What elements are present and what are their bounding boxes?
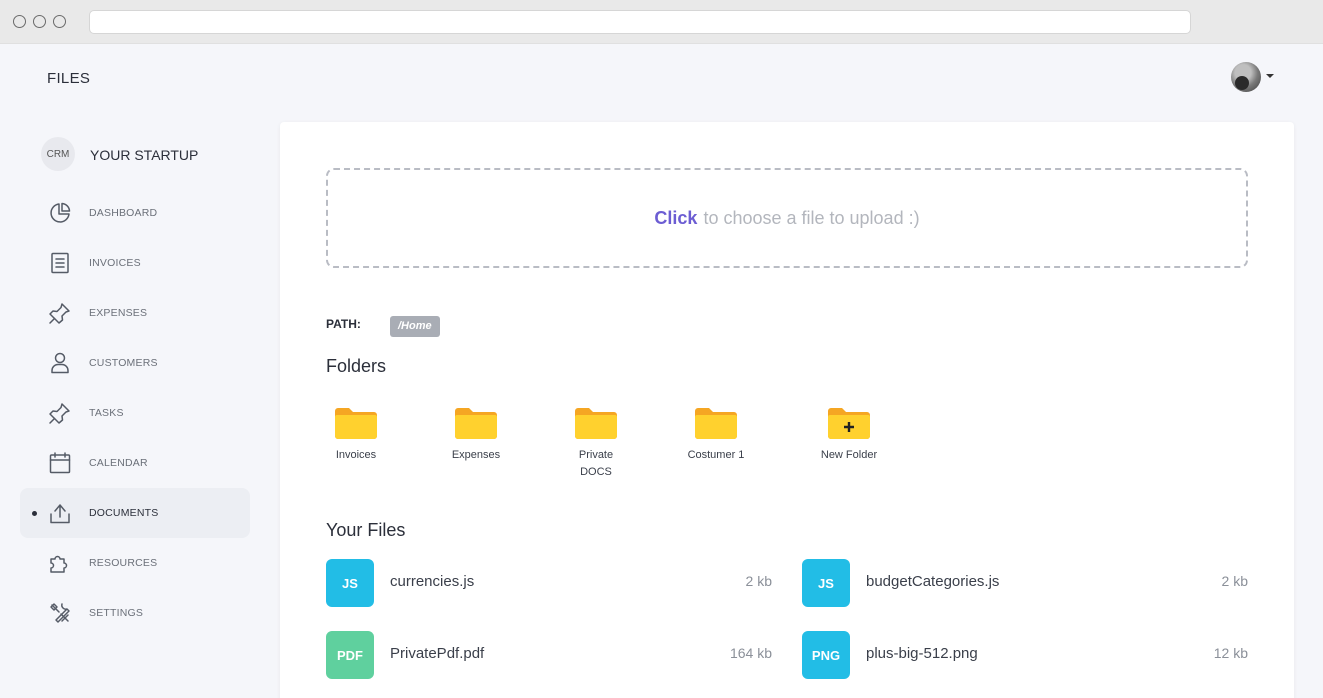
file-row[interactable]: JS budgetCategories.js 2 kb [802, 559, 1248, 607]
folder-label-line1: Private [578, 449, 614, 461]
sidebar-item-settings[interactable]: SETTINGS [20, 588, 250, 638]
folder-plus-icon [828, 408, 870, 439]
files-title: Your Files [326, 520, 406, 540]
sidebar-item-invoices[interactable]: INVOICES [20, 238, 250, 288]
file-name: PrivatePdf.pdf [390, 645, 485, 662]
path-label: PATH: [326, 317, 361, 331]
sidebar-item-label: SETTINGS [89, 607, 144, 619]
window-maximize-button[interactable] [53, 15, 66, 28]
upload-icon [48, 501, 72, 525]
brand-badge: CRM [41, 137, 75, 171]
folder-label: Private DOCS [556, 447, 636, 481]
sidebar-item-customers[interactable]: CUSTOMERS [20, 338, 250, 388]
file-size: 2 kb [745, 573, 772, 589]
window-close-button[interactable] [13, 15, 26, 28]
sidebar-item-label: DASHBOARD [89, 207, 158, 219]
avatar[interactable] [1231, 62, 1261, 92]
file-size: 2 kb [1221, 573, 1248, 589]
browser-chrome [0, 0, 1323, 44]
sidebar-item-label: INVOICES [89, 257, 141, 269]
file-size: 164 kb [729, 645, 772, 661]
upload-click-text[interactable]: Click [654, 208, 697, 229]
sidebar-item-resources[interactable]: RESOURCES [20, 538, 250, 588]
file-name: currencies.js [390, 573, 475, 590]
folder-label: Expenses [451, 449, 501, 461]
upload-hint-text: to choose a file to upload :) [703, 207, 920, 228]
sidebar-item-documents[interactable]: DOCUMENTS [20, 488, 250, 538]
file-name: budgetCategories.js [866, 573, 1000, 590]
sidebar-item-dashboard[interactable]: DASHBOARD [20, 188, 250, 238]
chevron-down-icon[interactable] [1266, 74, 1274, 78]
folder-label: Costumer 1 [687, 449, 745, 461]
folders-title: Folders [326, 356, 387, 376]
file-row[interactable]: PNG plus-big-512.png 12 kb [802, 631, 1248, 679]
file-type-badge: PNG [802, 631, 850, 679]
address-bar[interactable] [89, 10, 1191, 34]
folder-label: New Folder [820, 449, 878, 461]
folder-expenses[interactable]: Expenses [436, 407, 516, 464]
sidebar-item-calendar[interactable]: CALENDAR [20, 438, 250, 488]
pin-icon [48, 401, 72, 425]
invoice-icon [48, 251, 72, 275]
file-type-badge: JS [326, 559, 374, 607]
folder-label-line2: DOCS [580, 466, 612, 478]
file-type-badge: JS [802, 559, 850, 607]
file-name: plus-big-512.png [866, 645, 978, 662]
sidebar-item-label: CALENDAR [89, 457, 148, 469]
file-type-badge: PDF [326, 631, 374, 679]
new-folder-button[interactable]: New Folder [809, 407, 889, 464]
sidebar-item-label: RESOURCES [89, 557, 158, 569]
folder-icon [455, 408, 497, 439]
pin-icon [48, 301, 72, 325]
files-card: Click to choose a file to upload :) PATH… [280, 122, 1294, 698]
folder-icon [575, 408, 617, 439]
page-title: FILES [47, 70, 91, 87]
tools-icon [48, 601, 72, 625]
brand-name: YOUR STARTUP [90, 147, 199, 163]
folder-costumer-1[interactable]: Costumer 1 [676, 407, 756, 464]
sidebar-item-label: CUSTOMERS [89, 357, 158, 369]
puzzle-icon [48, 551, 72, 575]
active-indicator [32, 511, 37, 516]
folder-invoices[interactable]: Invoices [316, 407, 396, 464]
sidebar-item-expenses[interactable]: EXPENSES [20, 288, 250, 338]
pie-chart-icon [48, 201, 72, 225]
file-size: 12 kb [1213, 645, 1248, 661]
calendar-icon [48, 451, 72, 475]
sidebar-item-tasks[interactable]: TASKS [20, 388, 250, 438]
user-icon [48, 351, 72, 375]
window-minimize-button[interactable] [33, 15, 46, 28]
path-breadcrumb[interactable]: /Home [390, 316, 440, 337]
sidebar-item-label: EXPENSES [89, 307, 148, 319]
folder-icon [335, 408, 377, 439]
sidebar-item-label: TASKS [89, 407, 124, 419]
folder-private-docs[interactable]: Private DOCS [556, 407, 636, 481]
file-row[interactable]: JS currencies.js 2 kb [326, 559, 772, 607]
folder-icon [695, 408, 737, 439]
upload-dropzone[interactable]: Click to choose a file to upload :) [326, 168, 1248, 268]
folder-label: Invoices [335, 449, 377, 461]
sidebar-item-label: DOCUMENTS [89, 507, 159, 519]
file-row[interactable]: PDF PrivatePdf.pdf 164 kb [326, 631, 772, 679]
